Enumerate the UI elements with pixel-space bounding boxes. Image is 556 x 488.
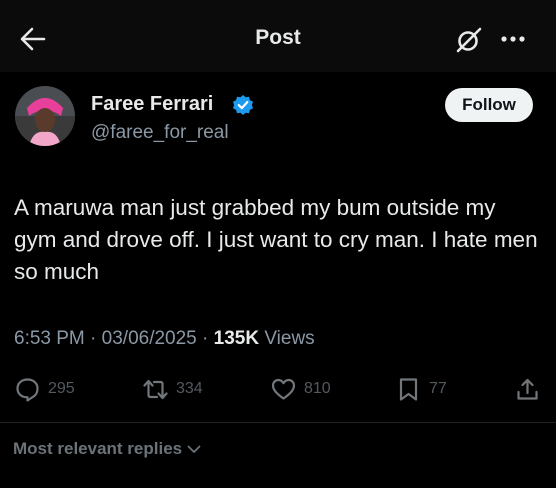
reply-icon [16, 377, 39, 402]
like-button[interactable]: 810 [270, 374, 331, 404]
post-meta: 6:53 PM · 03/06/2025 · 135K Views [14, 328, 315, 350]
meta-separator: · [90, 328, 102, 349]
bookmark-count: 77 [429, 380, 447, 397]
repost-button[interactable]: 334 [142, 374, 203, 404]
more-dots-icon[interactable] [499, 27, 527, 51]
avatar[interactable] [15, 86, 75, 146]
views-label: Views [264, 328, 315, 349]
chevron-down-icon [187, 445, 201, 453]
grok-icon[interactable] [455, 26, 483, 54]
bookmark-icon [399, 377, 418, 401]
author-handle[interactable]: @faree_for_real [91, 122, 229, 144]
verified-badge-icon [233, 95, 253, 115]
divider [0, 422, 556, 423]
share-icon [517, 378, 538, 400]
bookmark-button[interactable]: 77 [395, 374, 447, 404]
meta-separator: · [202, 328, 214, 349]
top-bar: Post [0, 0, 556, 72]
reply-count: 295 [48, 380, 75, 397]
author-name[interactable]: Faree Ferrari [91, 93, 213, 116]
follow-button[interactable]: Follow [445, 88, 533, 122]
post-time[interactable]: 6:53 PM [14, 328, 85, 349]
post-date[interactable]: 03/06/2025 [102, 328, 197, 349]
replies-sort-label: Most relevant replies [13, 439, 183, 458]
repost-count: 334 [176, 380, 203, 397]
repost-icon [143, 379, 168, 399]
like-count: 810 [304, 380, 331, 397]
replies-sort-dropdown[interactable]: Most relevant replies [13, 439, 202, 459]
views-count: 135K [213, 328, 260, 349]
post-text: A maruwa man just grabbed my bum outside… [14, 195, 538, 284]
heart-icon [271, 378, 296, 400]
reply-button[interactable]: 295 [14, 374, 75, 404]
share-button[interactable] [514, 374, 541, 404]
